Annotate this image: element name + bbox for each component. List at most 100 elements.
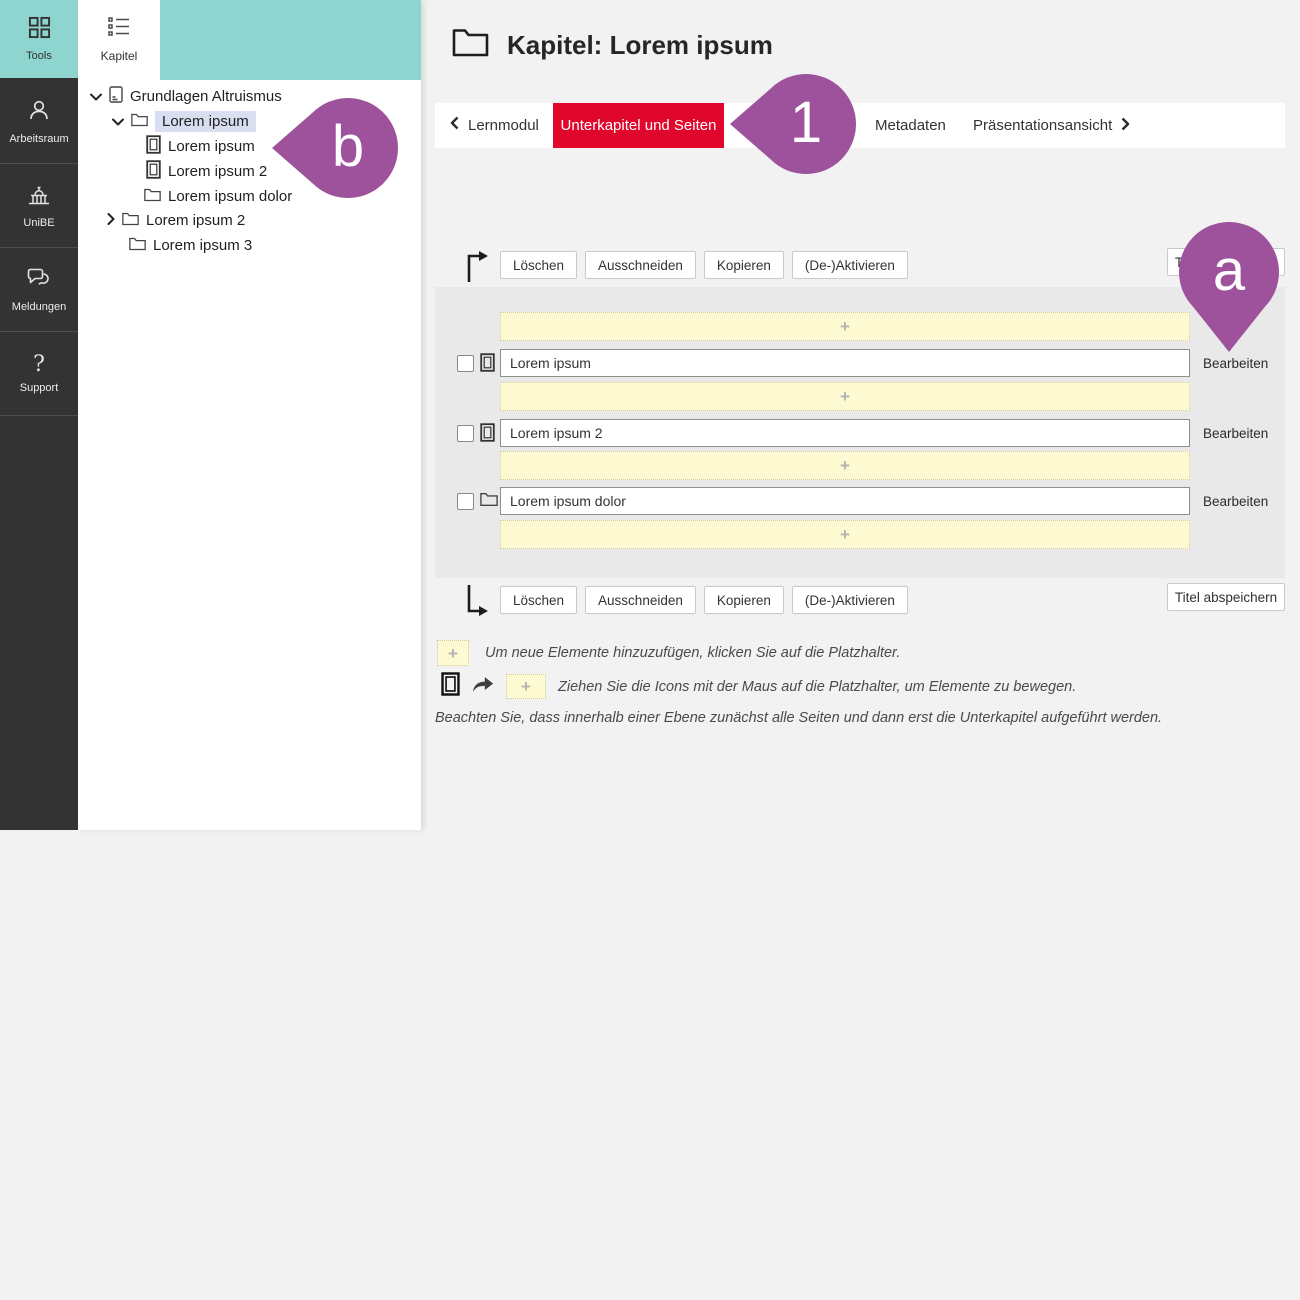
- chevron-left-icon: [450, 116, 459, 135]
- page-icon: [441, 670, 460, 703]
- folder-icon: [131, 113, 148, 131]
- tree-item: Lorem ipsum dolor: [144, 184, 292, 209]
- folder-icon: [122, 212, 139, 230]
- chevron-down-icon[interactable]: [112, 113, 124, 130]
- rail-item-support[interactable]: ? Support: [0, 332, 78, 415]
- chevron-right-icon[interactable]: [107, 212, 115, 229]
- folder-icon[interactable]: [480, 492, 498, 512]
- tree-item-label[interactable]: Lorem ipsum: [155, 111, 256, 132]
- tree-item-label[interactable]: Lorem ipsum 2: [168, 163, 267, 180]
- tree-item: Lorem ipsum 2: [107, 208, 245, 233]
- list-icon: [108, 17, 130, 41]
- folder-icon: [452, 28, 489, 62]
- tree-item-label[interactable]: Lorem ipsum 2: [146, 212, 245, 229]
- document-icon: [109, 86, 123, 107]
- rail-item-label: Support: [20, 382, 59, 394]
- plus-icon: +: [840, 457, 850, 474]
- tree-item: Lorem ipsum: [146, 134, 255, 159]
- tree-item-label[interactable]: Lorem ipsum 3: [153, 237, 252, 254]
- folder-icon: [144, 188, 161, 206]
- hint-order-note: Beachten Sie, dass innerhalb einer Ebene…: [435, 710, 1162, 726]
- plus-icon: +: [840, 318, 850, 335]
- left-rail: Tools Arbeitsraum UniBE Meldungen ? Supp…: [0, 0, 78, 830]
- tab-lernmodul[interactable]: Lernmodul: [450, 103, 539, 148]
- edit-link[interactable]: Bearbeiten: [1203, 356, 1268, 371]
- hint-add-elements: + Um neue Elemente hinzuzufügen, klicken…: [437, 640, 900, 666]
- insert-placeholder[interactable]: +: [500, 520, 1190, 549]
- rail-item-label: UniBE: [23, 217, 54, 229]
- hint-text: Beachten Sie, dass innerhalb einer Ebene…: [435, 710, 1162, 726]
- insert-placeholder[interactable]: +: [500, 382, 1190, 411]
- rail-item-label: Meldungen: [12, 301, 66, 313]
- university-icon: [26, 183, 52, 211]
- copy-button[interactable]: Kopieren: [704, 586, 784, 614]
- person-icon: [27, 98, 51, 127]
- move-up-arrow-icon: [464, 248, 490, 289]
- forward-arrow-icon: [472, 676, 494, 698]
- move-down-arrow-icon: [464, 583, 490, 624]
- tab-praesentationsansicht[interactable]: Präsentationsansicht: [973, 103, 1130, 148]
- delete-button[interactable]: Löschen: [500, 251, 577, 279]
- chapter-structure-editor: + Bearbeiten + Bearbeiten + Bearbeiten +: [435, 287, 1285, 578]
- rail-item-unibe[interactable]: UniBE: [0, 164, 78, 247]
- edit-link[interactable]: Bearbeiten: [1203, 426, 1268, 441]
- insert-placeholder[interactable]: +: [500, 451, 1190, 480]
- page-icon: [146, 160, 161, 183]
- tree-item-label[interactable]: Lorem ipsum: [168, 138, 255, 155]
- insert-placeholder-sample: +: [437, 640, 469, 666]
- hint-text: Ziehen Sie die Icons mit der Maus auf di…: [558, 679, 1076, 695]
- edit-link[interactable]: Bearbeiten: [1203, 494, 1268, 509]
- tab-praesentation-label: Präsentationsansicht: [973, 117, 1112, 134]
- tab-unterkapitel-und-seiten-active[interactable]: Unterkapitel und Seiten: [553, 103, 724, 148]
- tree-item-label[interactable]: Grundlagen Altruismus: [130, 88, 282, 105]
- tab-metadaten-label: Metadaten: [875, 117, 946, 134]
- tree-item: Lorem ipsum 3: [129, 233, 252, 258]
- page-header: Kapitel: Lorem ipsum: [452, 28, 773, 62]
- page-icon[interactable]: [480, 353, 495, 377]
- copy-button[interactable]: Kopieren: [704, 251, 784, 279]
- tree-item-root: Grundlagen Altruismus: [90, 84, 282, 109]
- rail-item-arbeitsraum[interactable]: Arbeitsraum: [0, 79, 78, 163]
- tree-panel: Kapitel Grundlagen Altruismus Lorem ipsu…: [78, 0, 421, 830]
- chevron-down-icon[interactable]: [90, 88, 102, 105]
- tab-unterkapitel-label: Unterkapitel und Seiten: [561, 117, 717, 134]
- plus-icon: +: [840, 388, 850, 405]
- bottom-toolbar: Löschen Ausschneiden Kopieren (De-)Aktiv…: [500, 586, 908, 614]
- page-title: Kapitel: Lorem ipsum: [507, 30, 773, 61]
- tab-lernmodul-label: Lernmodul: [468, 117, 539, 134]
- grid-icon: [28, 16, 51, 44]
- tab-kapitel-label: Kapitel: [101, 49, 138, 63]
- hint-move-elements: + Ziehen Sie die Icons mit der Maus auf …: [441, 670, 1076, 703]
- rail-item-label: Arbeitsraum: [9, 133, 68, 145]
- rail-item-tools[interactable]: Tools: [0, 0, 78, 78]
- tab-metadaten[interactable]: Metadaten: [875, 103, 946, 148]
- row-checkbox[interactable]: [457, 425, 474, 442]
- save-title-button-top[interactable]: Titel abspeichern: [1167, 248, 1285, 276]
- folder-icon: [129, 237, 146, 255]
- chevron-right-icon: [1121, 117, 1130, 135]
- toggle-active-button[interactable]: (De-)Aktivieren: [792, 251, 908, 279]
- tab-kapitel[interactable]: Kapitel: [78, 0, 160, 80]
- hint-text: Um neue Elemente hinzuzufügen, klicken S…: [485, 645, 900, 661]
- page: Tools Arbeitsraum UniBE Meldungen ? Supp…: [0, 0, 1300, 1300]
- rail-item-meldungen[interactable]: Meldungen: [0, 248, 78, 331]
- tab-bar: Lernmodul Unterkapitel und Seiten Metada…: [435, 103, 1285, 148]
- insert-placeholder[interactable]: +: [500, 312, 1190, 341]
- title-input[interactable]: [500, 487, 1190, 515]
- row-checkbox[interactable]: [457, 355, 474, 372]
- page-icon[interactable]: [480, 423, 495, 447]
- delete-button[interactable]: Löschen: [500, 586, 577, 614]
- chat-icon: [26, 266, 52, 295]
- tree-item: Lorem ipsum 2: [146, 159, 267, 184]
- tree-item-label[interactable]: Lorem ipsum dolor: [168, 188, 292, 205]
- plus-icon: +: [840, 526, 850, 543]
- cut-button[interactable]: Ausschneiden: [585, 586, 696, 614]
- title-input[interactable]: [500, 349, 1190, 377]
- cut-button[interactable]: Ausschneiden: [585, 251, 696, 279]
- save-title-button-bottom[interactable]: Titel abspeichern: [1167, 583, 1285, 611]
- title-input[interactable]: [500, 419, 1190, 447]
- insert-placeholder-sample: +: [506, 674, 546, 699]
- row-checkbox[interactable]: [457, 493, 474, 510]
- divider: [0, 415, 78, 416]
- toggle-active-button[interactable]: (De-)Aktivieren: [792, 586, 908, 614]
